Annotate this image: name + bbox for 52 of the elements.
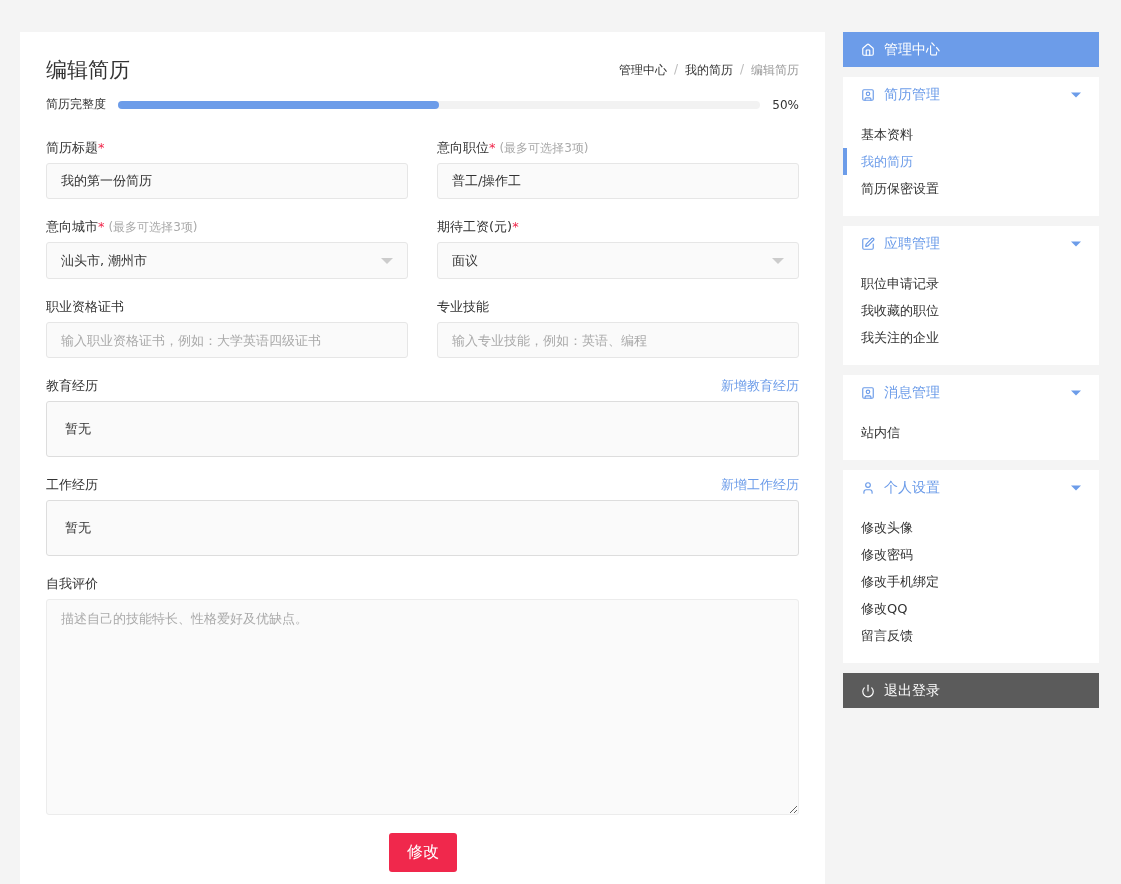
field-label: 意向城市 — [46, 218, 98, 236]
menu-item[interactable]: 我关注的企业 — [843, 324, 1099, 351]
progress-label: 简历完整度 — [46, 96, 106, 113]
required-mark: * — [489, 140, 496, 155]
id-card-icon — [861, 88, 875, 102]
field-label: 意向职位 — [437, 139, 489, 157]
self-review-field[interactable]: 描述自己的技能特长、性格爱好及优缺点。 — [46, 599, 799, 815]
required-mark: * — [98, 219, 105, 234]
select-field[interactable]: 汕头市, 潮州市 — [46, 242, 408, 279]
breadcrumb-separator: / — [739, 61, 744, 78]
field-label: 期待工资(元) — [437, 218, 513, 236]
menu-item[interactable]: 我收藏的职位 — [843, 297, 1099, 324]
required-mark: * — [512, 219, 519, 234]
menu-item[interactable]: 留言反馈 — [843, 622, 1099, 649]
menu-item[interactable]: 职位申请记录 — [843, 270, 1099, 297]
required-mark: * — [98, 140, 105, 155]
select-field[interactable]: 面议 — [437, 242, 799, 279]
section-content: 暂无 — [46, 401, 799, 457]
caret-icon — [381, 257, 393, 264]
menu-item[interactable]: 基本资料 — [843, 121, 1099, 148]
menu-item[interactable]: 修改手机绑定 — [843, 568, 1099, 595]
page-title: 编辑简历 — [46, 57, 130, 84]
text-field[interactable]: 普工/操作工 — [437, 163, 799, 199]
menu-item[interactable]: 简历保密设置 — [843, 175, 1099, 202]
power-icon — [861, 683, 875, 698]
caret-icon — [772, 257, 784, 264]
breadcrumb-link[interactable]: 我的简历 — [684, 61, 733, 79]
breadcrumb-separator: / — [673, 61, 678, 78]
home-icon — [861, 42, 875, 57]
text-field[interactable]: 我的第一份简历 — [46, 163, 408, 199]
field-label: 专业技能 — [437, 298, 489, 316]
text-field[interactable]: 输入职业资格证书，例如：大学英语四级证书 — [46, 322, 408, 358]
edit-icon — [861, 237, 875, 251]
menu-item[interactable]: 修改头像 — [843, 514, 1099, 541]
breadcrumb-link[interactable]: 管理中心 — [618, 61, 667, 79]
section-content: 暂无 — [46, 500, 799, 556]
progress-reading: 50% — [772, 97, 799, 112]
field-hint: (最多可选择3项) — [108, 219, 198, 236]
section-label: 自我评价 — [46, 575, 98, 593]
id-card-icon — [861, 386, 875, 400]
menu-item[interactable]: 修改密码 — [843, 541, 1099, 568]
submit-button[interactable]: 修改 — [388, 833, 457, 872]
field-label: 简历标题 — [46, 139, 98, 157]
section-label: 工作经历 — [46, 476, 98, 494]
text-field[interactable]: 输入专业技能，例如：英语、编程 — [437, 322, 799, 358]
field-hint: (最多可选择3项) — [499, 140, 589, 157]
section-label: 教育经历 — [46, 377, 98, 395]
field-label: 职业资格证书 — [46, 298, 124, 316]
menu-item[interactable]: 修改QQ — [843, 595, 1099, 622]
user-icon — [861, 481, 875, 495]
menu-item[interactable]: 站内信 — [843, 419, 1099, 446]
logout-button[interactable]: 退出登录 — [843, 673, 1099, 708]
